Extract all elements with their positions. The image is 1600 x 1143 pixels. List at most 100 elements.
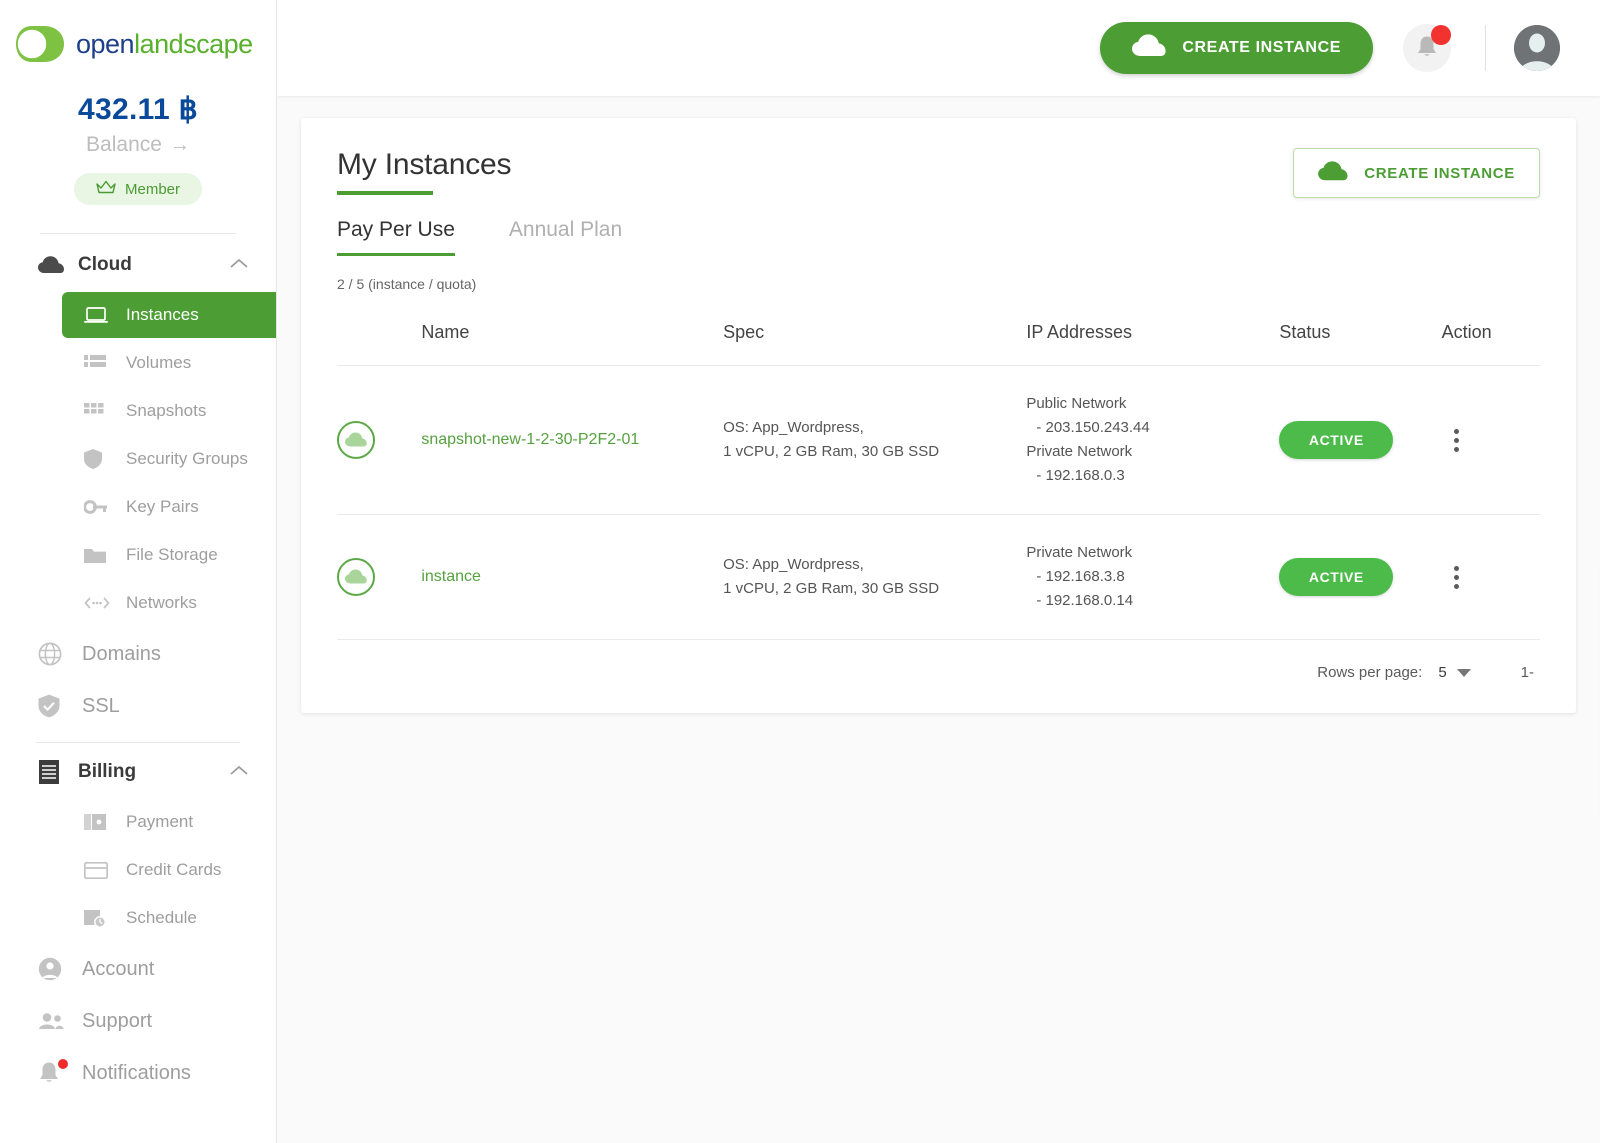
sidebar-item-networks-label: Networks [126, 593, 197, 612]
sidebar-nav: Cloud Instances Volumes Snapshots Securi… [0, 234, 276, 1099]
chevron-up-icon[interactable] [230, 763, 248, 781]
shield-check-icon [38, 694, 72, 718]
sidebar-item-key-pairs[interactable]: Key Pairs [62, 484, 276, 530]
sidebar-group-cloud[interactable]: Cloud [0, 240, 276, 290]
avatar[interactable] [1514, 25, 1560, 71]
sidebar-item-payment-label: Payment [126, 812, 194, 831]
topbar-create-instance-button[interactable]: CREATE INSTANCE [1100, 22, 1373, 74]
spec-os: OS: App_Wordpress, [723, 418, 864, 436]
cloud-icon [1318, 160, 1348, 186]
calendar-clock-icon [84, 908, 116, 928]
chevron-down-icon [1456, 668, 1471, 677]
rows-per-page-select[interactable]: 5 [1438, 664, 1471, 681]
globe-icon [38, 642, 72, 666]
cloud-icon [38, 256, 72, 274]
sidebar-item-networks[interactable]: Networks [62, 580, 276, 626]
row-ip-cell: Public Network - 203.150.243.44 Private … [1026, 366, 1279, 515]
kebab-menu-icon[interactable] [1442, 428, 1472, 452]
kebab-menu-icon[interactable] [1442, 565, 1472, 589]
topbar-create-instance-label: CREATE INSTANCE [1182, 39, 1341, 56]
quota-text: 2 / 5 (instance / quota) [337, 276, 477, 292]
row-ip-cell: Private Network - 192.168.3.8 - 192.168.… [1026, 515, 1279, 640]
row-status-cell: ACTIVE [1279, 366, 1441, 515]
brand-wordmark: openlandscape [76, 29, 253, 60]
sidebar-item-instances-label: Instances [126, 305, 199, 324]
grid-icon [84, 403, 116, 419]
sidebar-item-payment[interactable]: Payment [62, 799, 276, 845]
balance-link[interactable]: Balance → [0, 133, 276, 157]
instance-name-link[interactable]: instance [421, 568, 481, 585]
spec-os: OS: App_Wordpress, [723, 555, 864, 573]
row-action-cell [1442, 366, 1540, 515]
app-root: openlandscape 432.11 ฿ Balance → Member [0, 0, 1600, 1143]
pagination: Rows per page: 5 1- [337, 639, 1540, 685]
brand-wordmark-landscape: landscape [134, 28, 253, 59]
spec-resources: 1 vCPU, 2 GB Ram, 30 GB SSD [723, 443, 940, 460]
sidebar-item-volumes[interactable]: Volumes [62, 340, 276, 386]
sidebar-item-volumes-label: Volumes [126, 353, 192, 372]
row-name-cell: instance [421, 515, 723, 640]
laptop-icon [84, 306, 116, 324]
instances-table-head: Name Spec IP Addresses Status Action [337, 308, 1540, 366]
topbar: CREATE INSTANCE [277, 0, 1600, 96]
create-instance-button[interactable]: CREATE INSTANCE [1293, 148, 1540, 198]
balance-block: 432.11 ฿ Balance → Member [0, 82, 276, 219]
row-icon-cell [337, 515, 421, 640]
sidebar-item-account-label: Account [82, 957, 155, 980]
status-badge[interactable]: ACTIVE [1279, 558, 1394, 596]
plan-tabs: Pay Per Use Annual Plan [337, 218, 1540, 256]
row-name-cell: snapshot-new-1-2-30-P2F2-01 [421, 366, 723, 515]
sidebar-group-billing[interactable]: Billing [0, 747, 276, 797]
page-title: My Instances [337, 148, 512, 181]
brand-logo[interactable]: openlandscape [0, 0, 276, 82]
content-wrapper: My Instances CREATE INSTANCE Pay Per Use… [277, 96, 1600, 713]
row-icon-cell [337, 366, 421, 515]
key-icon [84, 500, 116, 514]
sidebar-item-snapshots-label: Snapshots [126, 401, 207, 420]
cloud-icon [1132, 33, 1166, 63]
sidebar-item-support[interactable]: Support [0, 995, 276, 1047]
status-badge[interactable]: ACTIVE [1279, 421, 1394, 459]
openlandscape-logo-icon [14, 24, 72, 64]
bell-icon [38, 1059, 72, 1085]
sidebar-item-snapshots[interactable]: Snapshots [62, 388, 276, 434]
network-label: Private Network [1026, 544, 1133, 561]
sidebar-group-billing-label: Billing [78, 761, 137, 782]
chevron-up-icon[interactable] [230, 256, 248, 274]
row-status-cell: ACTIVE [1279, 515, 1441, 640]
th-status: Status [1279, 322, 1331, 342]
sidebar-item-notifications[interactable]: Notifications [0, 1047, 276, 1099]
topbar-notifications-button[interactable] [1403, 24, 1451, 72]
credit-card-icon [84, 861, 116, 879]
people-icon [38, 1012, 72, 1030]
storage-list-icon [84, 354, 116, 372]
network-ip: - 192.168.0.14 [1036, 592, 1134, 609]
network-icon [84, 596, 116, 610]
spec-resources: 1 vCPU, 2 GB Ram, 30 GB SSD [723, 580, 940, 597]
tab-annual-plan[interactable]: Annual Plan [509, 218, 622, 256]
sidebar-item-security-groups-label: Security Groups [126, 449, 248, 468]
sidebar-item-domains-label: Domains [82, 642, 161, 665]
instance-name-link[interactable]: snapshot-new-1-2-30-P2F2-01 [421, 431, 639, 448]
rows-per-page-label: Rows per page: [1317, 664, 1423, 681]
sidebar-item-file-storage[interactable]: File Storage [62, 532, 276, 578]
sidebar-item-notifications-label: Notifications [82, 1061, 191, 1084]
network-label: Private Network [1026, 443, 1133, 460]
main-area: CREATE INSTANCE My Instances CREATE INST… [277, 0, 1600, 1143]
sidebar-item-instances[interactable]: Instances [62, 292, 276, 338]
sidebar-item-schedule[interactable]: Schedule [62, 895, 276, 941]
sidebar-item-credit-cards-label: Credit Cards [126, 860, 222, 879]
shield-icon [84, 449, 116, 469]
avatar-icon [1514, 25, 1560, 71]
card-header: My Instances CREATE INSTANCE [337, 148, 1540, 198]
sidebar-item-domains[interactable]: Domains [0, 628, 276, 680]
sidebar: openlandscape 432.11 ฿ Balance → Member [0, 0, 277, 1143]
page-title-block: My Instances [337, 148, 512, 195]
tab-pay-per-use[interactable]: Pay Per Use [337, 218, 455, 256]
sidebar-item-credit-cards[interactable]: Credit Cards [62, 847, 276, 893]
member-badge: Member [73, 173, 202, 205]
sidebar-item-account[interactable]: Account [0, 943, 276, 995]
sidebar-item-ssl[interactable]: SSL [0, 680, 276, 732]
sidebar-item-security-groups[interactable]: Security Groups [62, 436, 276, 482]
sidebar-divider-2 [36, 742, 240, 743]
